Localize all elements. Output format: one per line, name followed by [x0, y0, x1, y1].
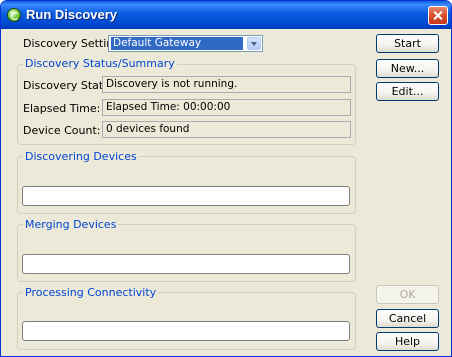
discovery-settings-selected: Default Gateway: [111, 37, 243, 50]
discovery-globe-icon: [7, 8, 21, 22]
discovery-status-value: Discovery is not running.: [102, 76, 351, 93]
device-count-value: 0 devices found: [102, 121, 351, 138]
discovering-devices-progress: [22, 186, 350, 206]
merging-devices-title: Merging Devices: [23, 218, 119, 231]
title-bar[interactable]: Run Discovery: [1, 1, 451, 29]
discovery-settings-dropdown[interactable]: Default Gateway: [108, 35, 263, 52]
device-count-label: Device Count:: [23, 124, 101, 137]
help-button[interactable]: Help: [376, 332, 439, 351]
close-icon[interactable]: [428, 6, 448, 25]
window-title: Run Discovery: [26, 7, 118, 22]
ok-button[interactable]: OK: [376, 285, 439, 304]
new-button[interactable]: New...: [376, 59, 439, 78]
edit-button[interactable]: Edit...: [376, 82, 439, 101]
chevron-down-icon[interactable]: [247, 37, 261, 50]
run-discovery-dialog: Run Discovery Discovery Settings: Defaul…: [0, 0, 452, 357]
merging-devices-progress: [22, 254, 350, 274]
processing-connectivity-progress: [22, 321, 350, 341]
elapsed-time-value: Elapsed Time: 00:00:00: [102, 99, 351, 116]
cancel-button[interactable]: Cancel: [376, 309, 439, 328]
start-button[interactable]: Start: [376, 34, 439, 53]
elapsed-time-label: Elapsed Time:: [23, 102, 101, 115]
processing-connectivity-title: Processing Connectivity: [23, 286, 159, 299]
status-summary-title: Discovery Status/Summary: [23, 57, 177, 70]
discovering-devices-title: Discovering Devices: [23, 150, 139, 163]
